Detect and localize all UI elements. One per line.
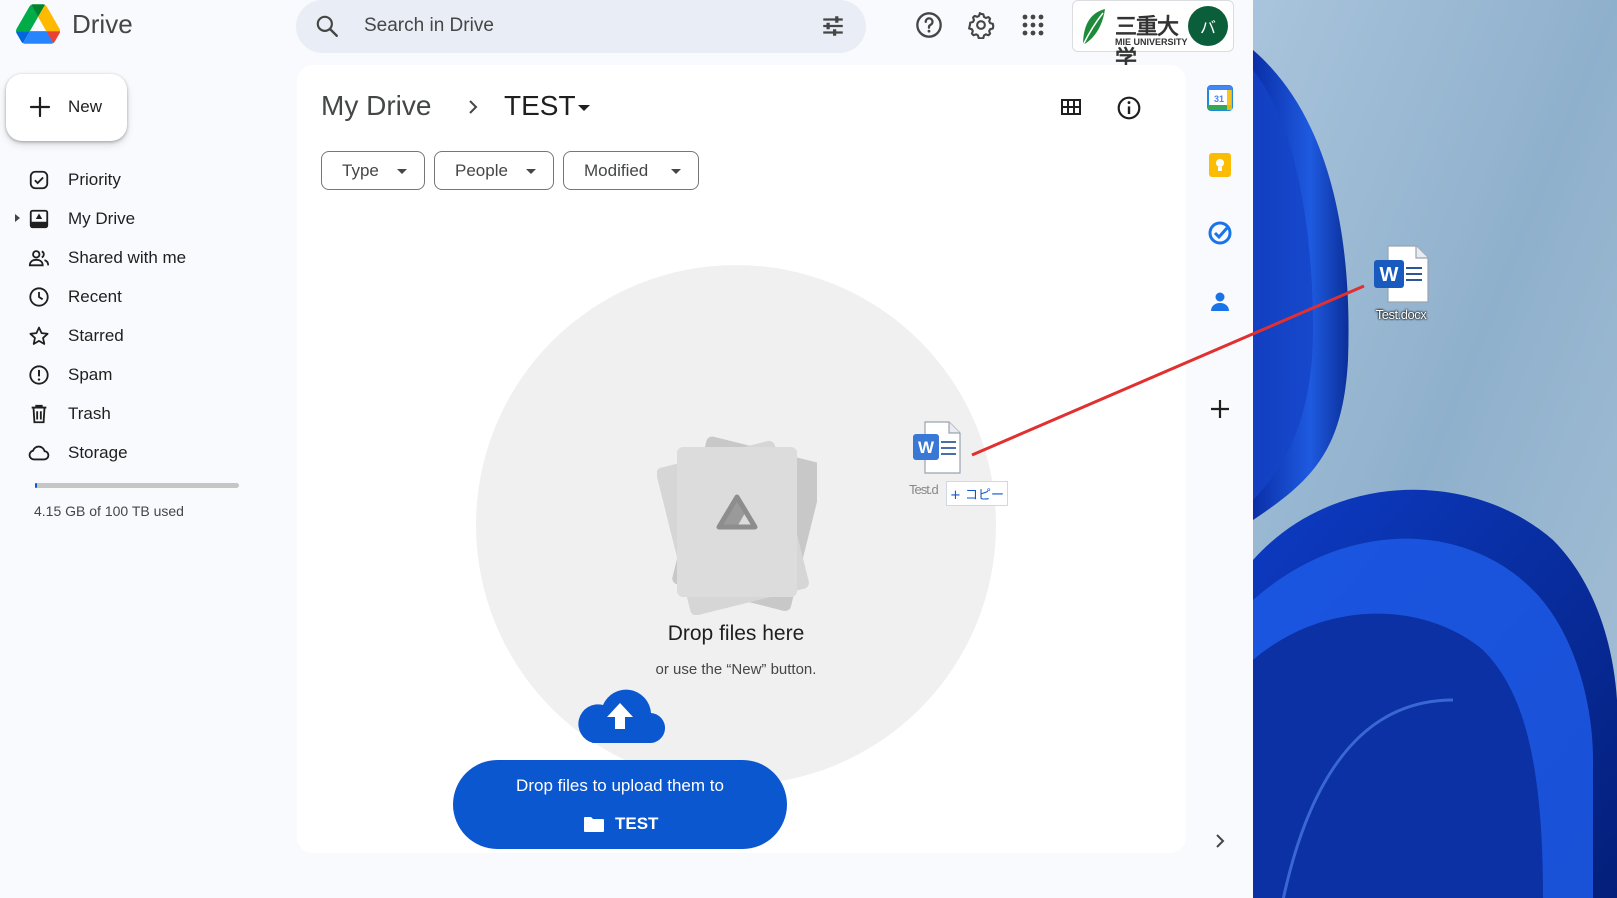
main-panel: My Drive TEST Type People Modified Drop … <box>297 65 1186 853</box>
sidebar-item-label: Storage <box>68 443 128 462</box>
sidebar-item-storage[interactable]: Storage <box>0 433 270 472</box>
calendar-icon[interactable]: 31 <box>1207 85 1233 111</box>
filter-people[interactable]: People <box>434 151 554 190</box>
settings-icon[interactable] <box>966 10 996 40</box>
add-app-icon[interactable] <box>1207 396 1233 422</box>
filter-label: People <box>455 161 508 180</box>
sidebar-item-trash[interactable]: Trash <box>0 394 270 433</box>
chevron-right-icon <box>469 100 478 114</box>
sidebar-item-label: Shared with me <box>68 248 187 267</box>
cloud-icon <box>28 445 50 461</box>
search-input[interactable] <box>364 12 764 40</box>
drive-logo-icon <box>16 4 60 44</box>
caret-down-icon[interactable] <box>578 105 590 111</box>
sidebar-item-label: Spam <box>68 365 113 384</box>
desktop-file-label[interactable]: Test.docx <box>1370 307 1432 322</box>
university-leaf-icon <box>1082 9 1105 46</box>
tune-icon[interactable] <box>820 13 846 39</box>
dropdown-arrow-icon <box>526 169 536 174</box>
search-bar[interactable] <box>296 0 866 53</box>
expand-caret-icon[interactable] <box>15 214 20 222</box>
sidebar-item-label: Trash <box>68 404 111 423</box>
upload-banner-text: Drop files to upload them to <box>516 776 724 795</box>
filter-type[interactable]: Type <box>321 151 425 190</box>
new-button-label: New <box>68 97 103 116</box>
apps-grid-icon[interactable] <box>1018 10 1048 40</box>
sidebar-item-my-drive[interactable]: My Drive <box>0 199 270 238</box>
dropdown-arrow-icon <box>671 169 681 174</box>
drive-files-illustration <box>657 436 817 615</box>
upload-banner-folder: TEST <box>615 814 659 833</box>
recent-icon <box>29 287 49 307</box>
sidebar-item-label: Priority <box>68 170 121 189</box>
university-logo: 三重大学 MIE UNIVERSITY <box>1081 7 1189 72</box>
sidebar-item-spam[interactable]: Spam <box>0 355 270 394</box>
grid-view-icon[interactable] <box>1059 95 1083 119</box>
chevron-right-icon[interactable] <box>1207 828 1233 854</box>
cloud-upload-icon <box>578 689 665 744</box>
filter-label: Type <box>342 161 379 180</box>
trash-icon <box>31 404 47 424</box>
my-drive-icon <box>29 209 49 229</box>
breadcrumb-root[interactable]: My Drive <box>321 90 431 122</box>
info-icon[interactable] <box>1116 95 1142 121</box>
sidebar-item-label: Starred <box>68 326 124 345</box>
drop-subtitle: or use the “New” button. <box>655 661 817 678</box>
keep-icon[interactable] <box>1207 152 1233 178</box>
search-icon[interactable] <box>314 13 340 39</box>
university-subtitle: MIE UNIVERSITY <box>1115 37 1188 47</box>
dropdown-arrow-icon <box>397 169 407 174</box>
sidebar-item-priority[interactable]: Priority <box>0 160 270 199</box>
svg-text:W: W <box>1380 264 1399 286</box>
priority-icon <box>29 170 49 190</box>
new-button[interactable]: New <box>6 74 127 141</box>
svg-text:31: 31 <box>1214 94 1224 104</box>
upload-banner: Drop files to upload them to TEST <box>453 760 787 849</box>
drive-window: Drive Search in Drive 三重大学 MIE UNIVERSIT… <box>0 0 1253 898</box>
word-document-icon[interactable]: W <box>1370 244 1432 304</box>
breadcrumb-current[interactable]: TEST <box>504 90 576 122</box>
shared-icon <box>28 250 50 267</box>
spam-icon <box>29 365 49 385</box>
svg-text:W: W <box>918 438 935 457</box>
sidebar-item-label: My Drive <box>68 209 136 228</box>
account-switcher[interactable]: 三重大学 MIE UNIVERSITY バ <box>1072 0 1234 72</box>
contacts-icon[interactable] <box>1207 288 1233 314</box>
sidebar-item-recent[interactable]: Recent <box>0 277 270 316</box>
tasks-icon[interactable] <box>1207 220 1233 246</box>
storage-bar <box>35 483 239 488</box>
folder-icon <box>584 817 604 832</box>
drop-title: Drop files here <box>667 622 805 645</box>
dragged-file-label: Test.d <box>909 482 939 497</box>
help-icon[interactable] <box>914 10 944 40</box>
dragged-word-document-icon: W <box>913 421 961 474</box>
sidebar-item-starred[interactable]: Starred <box>0 316 270 355</box>
desktop-wallpaper <box>1253 0 1617 898</box>
filter-label: Modified <box>584 161 649 180</box>
side-panel: 31 <box>1190 60 1250 898</box>
filter-modified[interactable]: Modified <box>563 151 699 190</box>
storage-bar-fill <box>35 483 38 488</box>
drive-logo[interactable]: Drive <box>16 4 133 44</box>
avatar[interactable]: バ <box>1188 6 1228 46</box>
copy-indicator: + コピー <box>946 481 1008 506</box>
sidebar-item-shared[interactable]: Shared with me <box>0 238 270 277</box>
plus-icon <box>29 96 51 118</box>
breadcrumb: My Drive TEST <box>321 90 590 122</box>
wallpaper-swirl <box>1253 0 1617 898</box>
app-title: Drive <box>72 8 133 39</box>
storage-usage-text: 4.15 GB of 100 TB used <box>34 503 184 519</box>
sidebar-item-label: Recent <box>68 287 122 306</box>
star-icon <box>29 326 49 345</box>
